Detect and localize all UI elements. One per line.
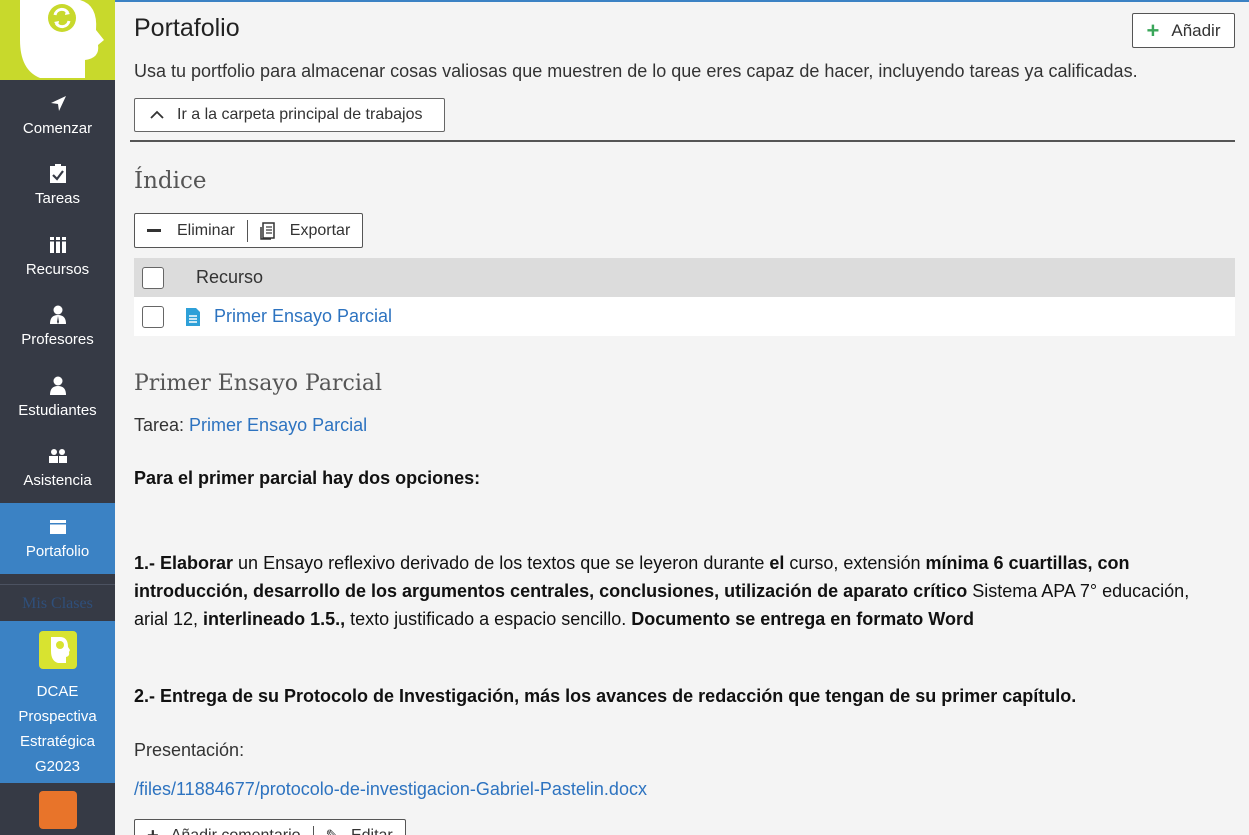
table-header: Recurso: [134, 258, 1235, 297]
text: curso, extensión: [784, 553, 926, 573]
nav-item-asistencia[interactable]: Asistencia: [0, 433, 115, 504]
add-comment-label: Añadir comentario: [171, 827, 301, 835]
app-logo[interactable]: [0, 0, 115, 80]
text: un Ensayo reflexivo derivado de los text…: [233, 553, 770, 573]
nav-item-tareas[interactable]: Tareas: [0, 151, 115, 222]
instructions-intro: Para el primer parcial hay dos opciones:: [134, 468, 481, 488]
nav-label: Recursos: [25, 260, 90, 278]
text-bold: 1.- Elaborar: [134, 553, 234, 573]
main-content: Portafolio + Añadir Usa tu portfolio par…: [115, 0, 1249, 835]
page-title: Portafolio: [134, 14, 240, 42]
go-to-main-folder-button[interactable]: Ir a la carpeta principal de trabajos: [134, 98, 445, 132]
class-card[interactable]: DCAE Prospectiva Estratégica G2023: [0, 620, 115, 783]
teacher-icon: [48, 305, 68, 325]
presentation-label: Presentación:: [134, 740, 245, 760]
nav-label: Comenzar: [22, 119, 93, 137]
minus-icon: [147, 229, 161, 232]
pencil-icon: ✎: [326, 826, 339, 835]
page-description: Usa tu portfolio para almacenar cosas va…: [134, 61, 1138, 81]
delete-button-label: Eliminar: [177, 221, 235, 239]
text-bold: el: [769, 553, 785, 573]
file-link[interactable]: /files/11884677/protocolo-de-investigaci…: [134, 779, 647, 800]
index-toolbar: Eliminar Exportar: [134, 213, 364, 248]
row-checkbox[interactable]: [142, 305, 164, 328]
export-button[interactable]: Exportar: [248, 214, 362, 247]
nav-item-portafolio[interactable]: Portafolio: [0, 503, 115, 574]
student-icon: [48, 376, 68, 396]
option-one-text: 1.- Elaborar un Ensayo reflexivo derivad…: [134, 549, 1224, 633]
task-prefix: Tarea:: [134, 415, 185, 435]
nav-item-comenzar[interactable]: Comenzar: [0, 80, 115, 151]
add-comment-button[interactable]: + Añadir comentario: [135, 826, 313, 835]
checklist-icon: [48, 164, 68, 184]
section-divider: [130, 140, 1235, 142]
resource-table: Recurso Primer Ensayo Parcial: [134, 258, 1235, 336]
sidebar: Comenzar Tareas Recursos Profesores Estu…: [0, 0, 115, 835]
folder-icon: [48, 517, 68, 537]
resource-link[interactable]: Primer Ensayo Parcial: [214, 306, 392, 327]
index-heading: Índice: [134, 168, 207, 194]
item-title: Primer Ensayo Parcial: [134, 371, 383, 396]
nav-item-profesores[interactable]: Profesores: [0, 292, 115, 363]
table-row: Primer Ensayo Parcial: [134, 297, 1235, 336]
nav-label: Profesores: [21, 331, 94, 349]
select-all-checkbox[interactable]: [142, 266, 164, 289]
nav-item-estudiantes[interactable]: Estudiantes: [0, 362, 115, 433]
class-icon: [38, 790, 77, 829]
class-name: DCAE Prospectiva Estratégica G2023: [18, 682, 97, 775]
chevron-up-icon: [149, 110, 165, 120]
task-link[interactable]: Primer Ensayo Parcial: [189, 415, 367, 435]
text-bold: interlineado 1.5.,: [203, 609, 346, 629]
attendance-icon: [48, 446, 68, 466]
books-icon: [48, 235, 68, 255]
text-bold: Documento se entrega en formato Word: [631, 609, 974, 629]
add-button[interactable]: + Añadir: [1132, 13, 1235, 48]
plus-icon: +: [147, 826, 159, 835]
document-icon: [184, 307, 202, 327]
navigation-arrow-icon: [48, 94, 68, 114]
comment-toolbar: + Añadir comentario ✎ Editar: [134, 819, 406, 835]
export-icon: [260, 221, 276, 240]
text: texto justificado a espacio sencillo.: [345, 609, 632, 629]
nav-label: Portafolio: [25, 542, 90, 560]
my-classes-heading: Mis Clases: [22, 594, 93, 612]
nav-label: Asistencia: [23, 472, 92, 490]
class-card-secondary[interactable]: [0, 782, 115, 829]
export-button-label: Exportar: [289, 221, 351, 239]
column-header-recurso: Recurso: [196, 267, 264, 287]
edit-button-label: Editar: [351, 827, 393, 835]
option-two-text: 2.- Entrega de su Protocolo de Investiga…: [134, 686, 1077, 706]
edit-button[interactable]: ✎ Editar: [314, 826, 405, 835]
nav-label: Tareas: [34, 190, 81, 208]
folder-button-label: Ir a la carpeta principal de trabajos: [177, 106, 423, 123]
add-button-label: Añadir: [1171, 20, 1221, 40]
nav-label: Estudiantes: [18, 401, 97, 419]
class-icon: [38, 630, 77, 669]
nav-item-recursos[interactable]: Recursos: [0, 221, 115, 292]
task-line: Tarea: Primer Ensayo Parcial: [134, 415, 367, 436]
plus-icon: +: [1146, 17, 1160, 43]
delete-button[interactable]: Eliminar: [135, 214, 247, 247]
